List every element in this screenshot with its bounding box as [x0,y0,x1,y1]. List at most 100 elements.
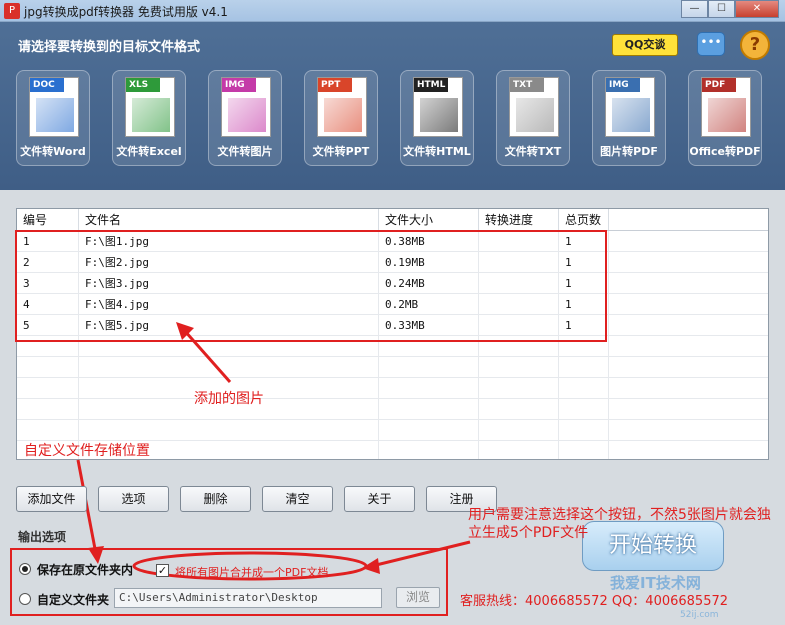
delete-button[interactable]: 删除 [180,486,251,512]
table-cell-progress [479,441,559,459]
format-tool-文件转HTML[interactable]: HTML 文件转HTML [400,70,474,166]
arrow-to-checkbox [362,540,471,574]
format-preview-icon [516,98,554,132]
table-row[interactable] [17,399,768,420]
close-button[interactable]: ✕ [735,0,779,18]
format-tool-label: Office转PDF [689,145,761,158]
table-cell-id [17,399,79,419]
format-tag: TXT [510,78,544,92]
file-format-icon: IMG [605,77,655,137]
format-tool-文件转PPT[interactable]: PPT 文件转PPT [304,70,378,166]
header-title: 请选择要转换到的目标文件格式 [18,40,201,55]
format-tag: IMG [606,78,640,92]
format-tag: XLS [126,78,160,92]
file-format-icon: HTML [413,77,463,137]
format-preview-icon [420,98,458,132]
format-tool-文件转Excel[interactable]: XLS 文件转Excel [112,70,186,166]
merge-note-annotation: 用户需要注意选择这个按钮，不然5张图片就会独立生成5个PDF文件 [468,507,771,541]
table-cell-progress [479,399,559,419]
format-tag: HTML [414,78,448,92]
maximize-button[interactable]: ☐ [708,0,735,18]
table-cell-size [379,357,479,377]
table-cell-pages [559,357,609,377]
output-path-input[interactable]: C:\Users\Administrator\Desktop [114,588,382,608]
file-format-icon: IMG [221,77,271,137]
table-cell-progress [479,378,559,398]
format-tool-label: 图片转PDF [600,145,658,158]
file-format-icon: XLS [125,77,175,137]
col-progress-header[interactable]: 转换进度 [479,209,559,230]
file-format-icon: PPT [317,77,367,137]
arrow-to-rows [176,322,232,383]
file-format-icon: TXT [509,77,559,137]
format-preview-icon [708,98,746,132]
table-row[interactable] [17,357,768,378]
pdf-app-icon: P [4,3,20,19]
format-tag: IMG [222,78,256,92]
file-format-icon: DOC [29,77,79,137]
custom-folder-label[interactable]: 自定义文件夹 [37,591,109,608]
col-size-header[interactable]: 文件大小 [379,209,479,230]
format-tool-图片转PDF[interactable]: IMG 图片转PDF [592,70,666,166]
table-cell-pages [559,420,609,440]
table-cell-size [379,399,479,419]
table-cell-size [379,378,479,398]
format-preview-icon [36,98,74,132]
format-preview-icon [132,98,170,132]
add-file-button[interactable]: 添加文件 [16,486,87,512]
format-tool-文件转TXT[interactable]: TXT 文件转TXT [496,70,570,166]
table-header: 编号 文件名 文件大小 转换进度 总页数 [17,209,768,231]
table-row[interactable] [17,420,768,441]
help-icon[interactable]: ? [740,30,770,60]
chat-bubble-icon[interactable]: ••• [697,32,725,56]
save-original-label[interactable]: 保存在原文件夹内 [37,561,133,578]
format-tag: PPT [318,78,352,92]
col-pages-header[interactable]: 总页数 [559,209,609,230]
watermark-url: 52ij.com [680,610,719,620]
merge-pdf-checkbox[interactable]: ✓ [156,564,169,577]
browse-button[interactable]: 浏览 [396,587,440,608]
table-cell-size [379,441,479,459]
custom-location-annotation: 自定义文件存储位置 [24,443,150,459]
table-cell-progress [479,357,559,377]
table-row[interactable] [17,378,768,399]
col-id-header[interactable]: 编号 [17,209,79,230]
options-button[interactable]: 选项 [98,486,169,512]
merge-pdf-label[interactable]: 将所有图片合并成一个PDF文档 [175,564,328,580]
added-images-annotation: 添加的图片 [194,391,264,407]
table-cell-pages [559,399,609,419]
format-header: 请选择要转换到的目标文件格式 QQ交谈 ••• ? DOC 文件转Word XLS 文… [0,22,785,190]
format-preview-icon [324,98,362,132]
format-tag: DOC [30,78,64,92]
minimize-button[interactable]: — [681,0,708,18]
format-tool-label: 文件转Excel [116,145,182,158]
format-tool-Office转PDF[interactable]: PDF Office转PDF [688,70,762,166]
table-cell-id [17,357,79,377]
table-cell-id [17,420,79,440]
table-cell-progress [479,420,559,440]
title-bar: P jpg转换成pdf转换器 免费试用版 v4.1 — ☐ ✕ [0,0,785,22]
format-tool-文件转图片[interactable]: IMG 文件转图片 [208,70,282,166]
action-button-row: 添加文件 选项 删除 清空 关于 注册 [16,486,497,512]
custom-folder-radio[interactable] [19,593,31,605]
format-tag: PDF [702,78,736,92]
format-tool-label: 文件转TXT [504,145,562,158]
format-preview-icon [612,98,650,132]
rows-highlight-box [15,230,607,342]
format-tool-label: 文件转HTML [403,145,471,158]
clear-button[interactable]: 清空 [262,486,333,512]
col-name-header[interactable]: 文件名 [79,209,379,230]
main-panel: 编号 文件名 文件大小 转换进度 总页数 1 F:\图1.jpg 0.38MB 1 2 F… [0,190,785,625]
save-original-radio[interactable] [19,563,31,575]
table-cell-id [17,378,79,398]
format-tool-文件转Word[interactable]: DOC 文件转Word [16,70,90,166]
output-options-label: 输出选项 [18,530,67,544]
window-title: jpg转换成pdf转换器 免费试用版 v4.1 [24,5,228,19]
file-format-icon: PDF [701,77,751,137]
table-cell-pages [559,378,609,398]
support-hotline: 客服热线：4006685572 QQ：4006685572 [460,594,729,609]
format-tool-label: 文件转Word [20,145,86,158]
format-tool-list: DOC 文件转Word XLS 文件转Excel IMG 文件转图片 PPT 文件转PPT HT… [16,70,762,166]
qq-chat-button[interactable]: QQ交谈 [612,34,678,56]
about-button[interactable]: 关于 [344,486,415,512]
